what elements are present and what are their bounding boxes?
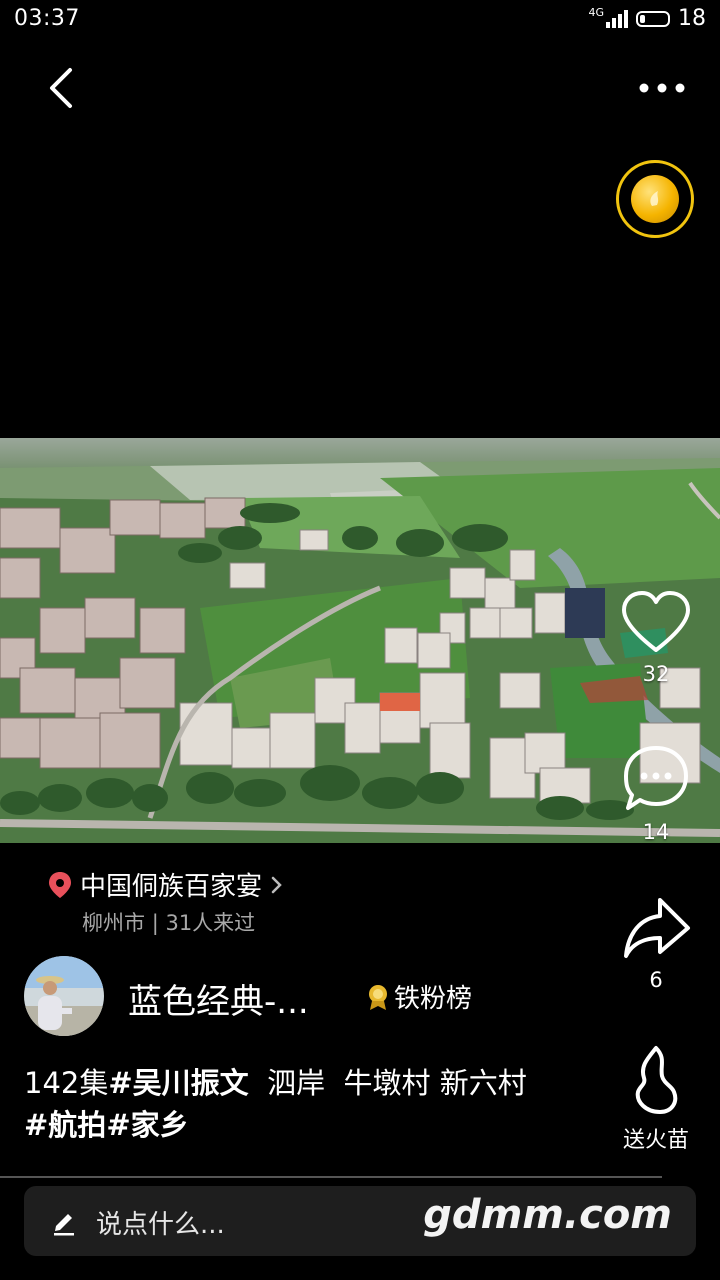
more-button[interactable] [636,70,690,106]
share-button[interactable]: 6 [616,894,696,992]
like-count: 32 [642,662,670,686]
share-icon [624,898,690,958]
divider [0,1176,662,1178]
more-icon [639,83,685,93]
caption-episode: 142集 [24,1066,109,1100]
back-icon [50,68,72,108]
signal-icon [606,9,628,28]
gift-button[interactable]: 送火苗 [616,1044,696,1154]
location-pin-icon [49,871,71,898]
location-city: 柳州市 [82,911,145,935]
video-caption: 142集#吴川振文 泗岸 牛墩村 新六村 #航拍#家乡 [24,1062,584,1146]
hashtag-hometown[interactable]: #家乡 [106,1108,188,1142]
pencil-icon [54,1214,74,1236]
comment-count: 14 [642,820,670,844]
location-tag[interactable]: 中国侗族百家宴 柳州市 | 31人来过 [46,866,286,937]
avatar-image [24,956,104,1036]
coin-icon [631,175,679,223]
network-type: 4G [588,6,604,19]
coin-reward-button[interactable] [616,160,694,238]
author-avatar[interactable] [24,956,104,1036]
location-separator: | [151,911,166,935]
heart-icon [622,591,690,652]
comment-button[interactable]: 14 [616,744,696,844]
fan-rank-badge[interactable]: 铁粉榜 [366,978,472,1015]
hashtag-wuchuan[interactable]: #吴川振文 [108,1066,248,1100]
hashtag-aerial[interactable]: #航拍 [24,1108,106,1142]
chevron-right-icon [271,876,282,893]
like-button[interactable]: 32 [616,590,696,686]
battery-level: 18 [678,6,706,31]
location-subtitle: 柳州市 | 31人来过 [82,907,286,937]
medal-icon [369,984,387,1010]
comment-icon [624,746,688,810]
back-button[interactable] [40,60,90,114]
share-count: 6 [649,968,663,992]
comment-input[interactable]: 说点什么... gdmm.com [24,1186,696,1256]
author-name[interactable]: 蓝色经典-... [128,974,309,1023]
aerial-village-image [0,438,720,843]
caption-places: 泗岸 牛墩村 新六村 [248,1066,527,1100]
comment-placeholder: 说点什么... [96,1210,225,1240]
fan-rank-label: 铁粉榜 [394,984,473,1014]
location-visitors: 31人来过 [165,911,256,935]
location-title: 中国侗族百家宴 [80,872,263,902]
status-time: 03:37 [14,6,80,31]
flame-icon [635,1046,678,1114]
status-indicators: 4G 18 [588,6,706,31]
gift-label: 送火苗 [622,1128,689,1153]
video-player[interactable] [0,438,720,843]
battery-icon [636,10,670,27]
watermark-text: gdmm.com [423,1192,672,1238]
